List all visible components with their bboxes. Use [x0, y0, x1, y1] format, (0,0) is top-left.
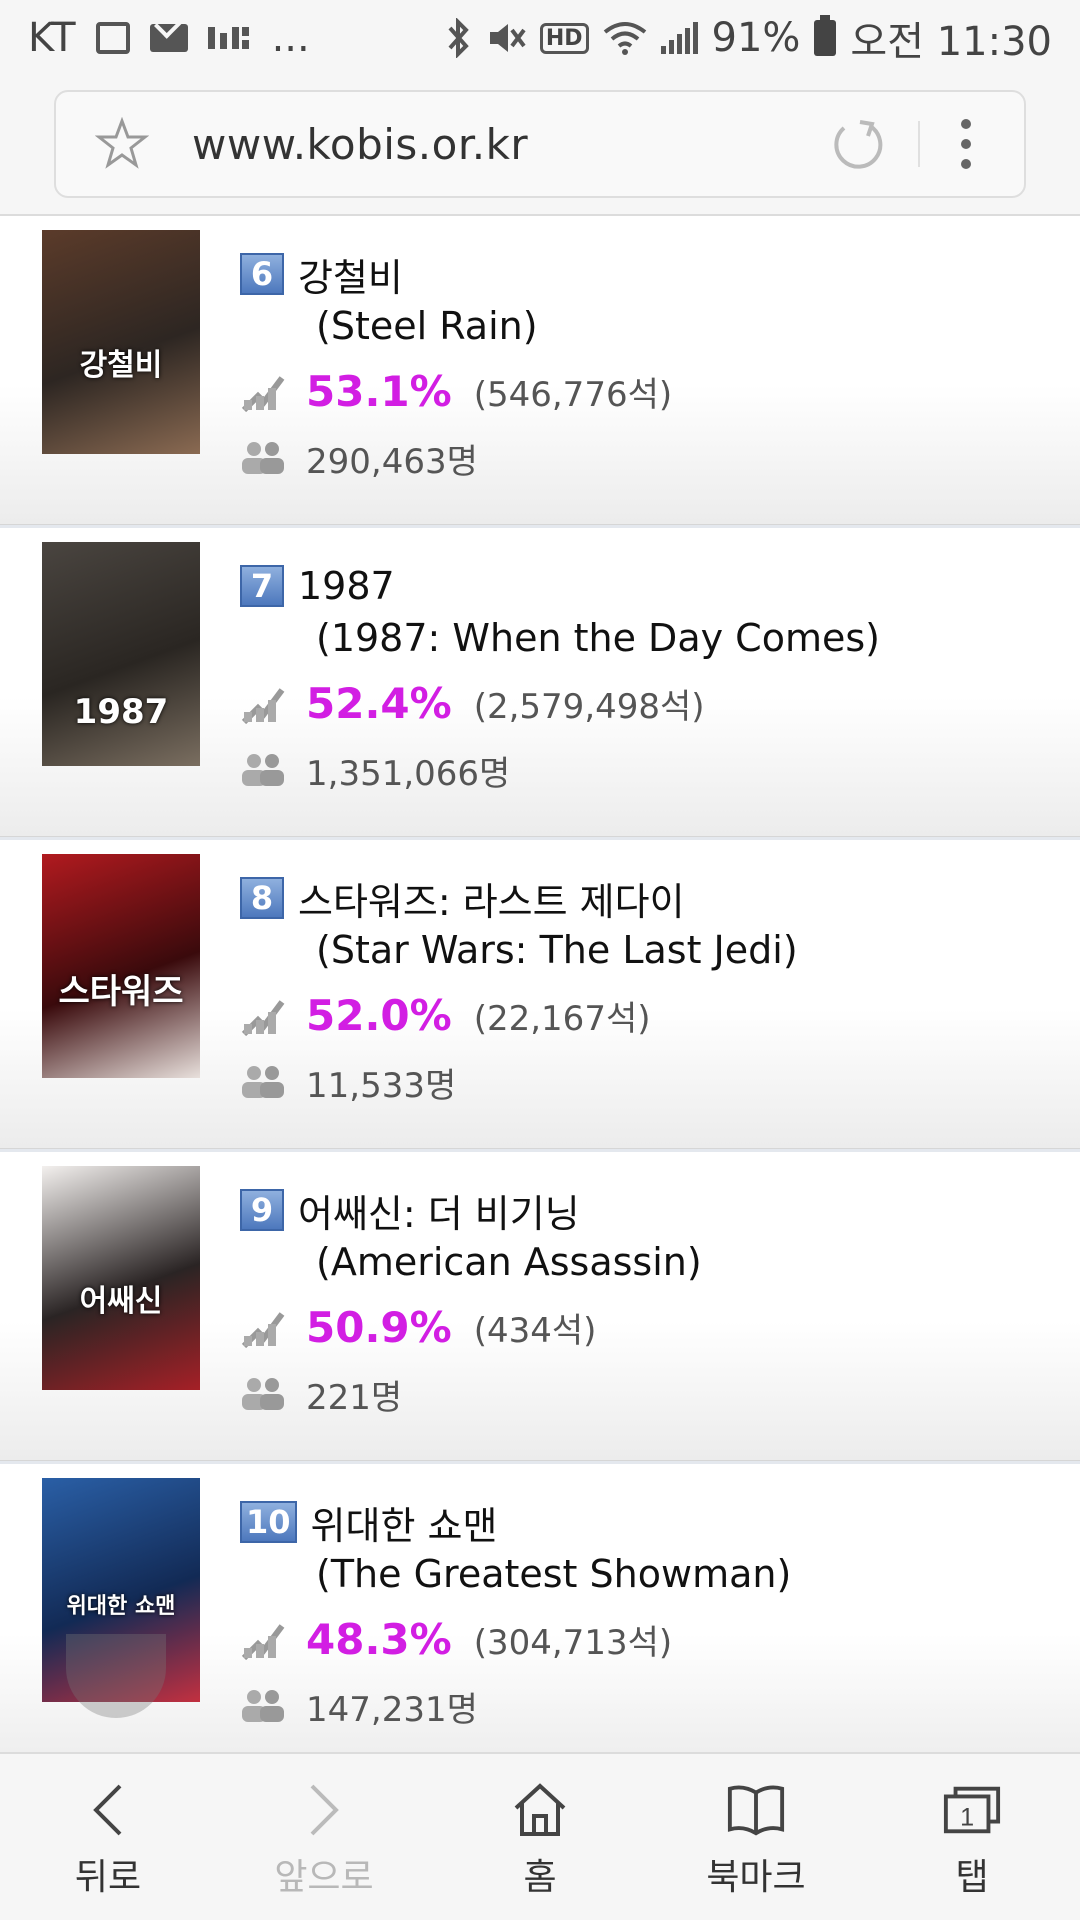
movie-poster[interactable]: 1987 [42, 542, 200, 766]
movie-row-6[interactable]: 강철비 6 강철비 (Steel Rain) 53.1% (546,776석) [0, 216, 1080, 525]
reload-icon[interactable] [828, 114, 888, 174]
movie-title-english[interactable]: (Steel Rain) [240, 300, 1060, 352]
audience-count: 147,231명 [306, 1689, 478, 1730]
bookmarks-button[interactable]: 북마크 [648, 1754, 864, 1920]
bluetooth-icon [446, 18, 472, 58]
back-label: 뒤로 [74, 1857, 142, 1898]
tab-count: 1 [960, 1803, 974, 1831]
forward-label: 앞으로 [274, 1857, 374, 1898]
notification-icon [207, 23, 252, 53]
audience-icon [242, 1066, 284, 1098]
seat-rate-icon [241, 376, 285, 412]
tabs-icon: 1 [942, 1780, 1002, 1840]
bottom-navigation: 뒤로 앞으로 홈 북마크 1 탭 [0, 1752, 1080, 1920]
forward-arrow-icon [294, 1780, 354, 1840]
movie-title-english[interactable]: (Star Wars: The Last Jedi) [240, 924, 1060, 976]
back-button[interactable]: 뒤로 [0, 1754, 216, 1920]
seat-occupancy-rate: 53.1% [306, 366, 452, 416]
audience-count: 11,533명 [306, 1065, 457, 1106]
rank-badge: 7 [240, 565, 284, 607]
movie-title-korean[interactable]: 어쌔신: 더 비기닝 [298, 1183, 580, 1238]
bookmark-star-icon[interactable] [92, 114, 152, 174]
rank-badge: 10 [240, 1501, 297, 1543]
movie-poster[interactable]: 강철비 [42, 230, 200, 454]
seat-count: (22,167석) [473, 998, 651, 1039]
seat-rate-icon [241, 1624, 285, 1660]
seat-count: (2,579,498석) [473, 686, 705, 727]
movie-row-9[interactable]: 어쌔신 9 어쌔신: 더 비기닝 (American Assassin) 50.… [0, 1152, 1080, 1461]
box-office-list: 강철비 6 강철비 (Steel Rain) 53.1% (546,776석) [0, 216, 1080, 1776]
audience-count: 1,351,066명 [306, 753, 511, 794]
tabs-label: 탭 [955, 1857, 989, 1898]
gallery-icon [95, 22, 130, 54]
browser-toolbar: www.kobis.or.kr [0, 76, 1080, 216]
movie-info: 8 스타워즈: 라스트 제다이 (Star Wars: The Last Jed… [240, 872, 1060, 1116]
movie-poster[interactable]: 스타워즈 [42, 854, 200, 1078]
audience-icon [242, 1378, 284, 1410]
movie-row-10[interactable]: 위대한 쇼맨 10 위대한 쇼맨 (The Greatest Showman) … [0, 1464, 1080, 1773]
seat-count: (434석) [473, 1310, 597, 1351]
movie-title-korean[interactable]: 위대한 쇼맨 [311, 1495, 498, 1550]
movie-row-8[interactable]: 스타워즈 8 스타워즈: 라스트 제다이 (Star Wars: The Las… [0, 840, 1080, 1149]
movie-info: 6 강철비 (Steel Rain) 53.1% (546,776석) 290,… [240, 248, 1060, 492]
movie-title-english[interactable]: (1987: When the Day Comes) [240, 612, 1060, 664]
movie-title-english[interactable]: (American Assassin) [240, 1236, 1060, 1288]
poster-title-text: 위대한 쇼맨 [66, 1594, 176, 1619]
hd-voice-icon: HD [539, 22, 589, 54]
movie-title-korean[interactable]: 1987 [298, 564, 395, 608]
signal-icon [660, 22, 698, 54]
movie-info: 10 위대한 쇼맨 (The Greatest Showman) 48.3% (… [240, 1496, 1060, 1740]
forward-button[interactable]: 앞으로 [216, 1754, 432, 1920]
rank-badge: 6 [240, 253, 284, 295]
home-icon [510, 1780, 570, 1840]
seat-occupancy-rate: 50.9% [306, 1302, 452, 1352]
tabs-button[interactable]: 1 탭 [864, 1754, 1080, 1920]
mail-icon [149, 24, 188, 52]
home-button[interactable]: 홈 [432, 1754, 648, 1920]
poster-title-text: 강철비 [79, 348, 163, 383]
audience-icon [242, 754, 284, 786]
movie-title-korean[interactable]: 강철비 [298, 247, 403, 302]
url-text[interactable]: www.kobis.or.kr [192, 120, 528, 169]
poster-title-text: 어쌔신 [79, 1284, 163, 1319]
seat-rate-icon [241, 1000, 285, 1036]
poster-title-text: 스타워즈 [58, 972, 184, 1012]
movie-poster[interactable]: 어쌔신 [42, 1166, 200, 1390]
seat-rate-icon [241, 688, 285, 724]
seat-occupancy-rate: 52.0% [306, 990, 452, 1040]
rank-badge: 8 [240, 877, 284, 919]
movie-row-7[interactable]: 1987 7 1987 (1987: When the Day Comes) 5… [0, 528, 1080, 837]
mute-icon [486, 18, 526, 58]
more-menu-icon[interactable] [956, 119, 976, 169]
battery-percent: 91% [711, 15, 801, 61]
audience-count: 221명 [306, 1377, 403, 1418]
home-label: 홈 [523, 1857, 557, 1898]
audience-icon [242, 1690, 284, 1722]
movie-title-korean[interactable]: 스타워즈: 라스트 제다이 [298, 871, 685, 926]
movie-info: 7 1987 (1987: When the Day Comes) 52.4% … [240, 560, 1060, 804]
movie-title-english[interactable]: (The Greatest Showman) [240, 1548, 1060, 1600]
status-bar: KT ... HD 91% 오전 11:30 [0, 0, 1080, 76]
seat-count: (546,776석) [473, 374, 673, 415]
carrier-label: KT [28, 15, 76, 61]
bookmark-book-icon [726, 1780, 786, 1840]
rank-badge: 9 [240, 1189, 284, 1231]
seat-rate-icon [241, 1312, 285, 1348]
battery-icon [814, 15, 837, 56]
audience-icon [242, 442, 284, 474]
poster-title-text: 1987 [73, 692, 169, 732]
more-notifications: ... [271, 15, 310, 61]
movie-info: 9 어쌔신: 더 비기닝 (American Assassin) 50.9% (… [240, 1184, 1060, 1428]
address-bar[interactable]: www.kobis.or.kr [54, 90, 1026, 198]
toolbar-separator [918, 121, 920, 167]
seat-occupancy-rate: 52.4% [306, 678, 452, 728]
audience-count: 290,463명 [306, 441, 478, 482]
wifi-icon [603, 20, 647, 56]
bookmarks-label: 북마크 [706, 1857, 806, 1898]
back-arrow-icon [78, 1780, 138, 1840]
seat-occupancy-rate: 48.3% [306, 1614, 452, 1664]
seat-count: (304,713석) [473, 1622, 673, 1663]
clock: 오전 11:30 [850, 19, 1052, 65]
